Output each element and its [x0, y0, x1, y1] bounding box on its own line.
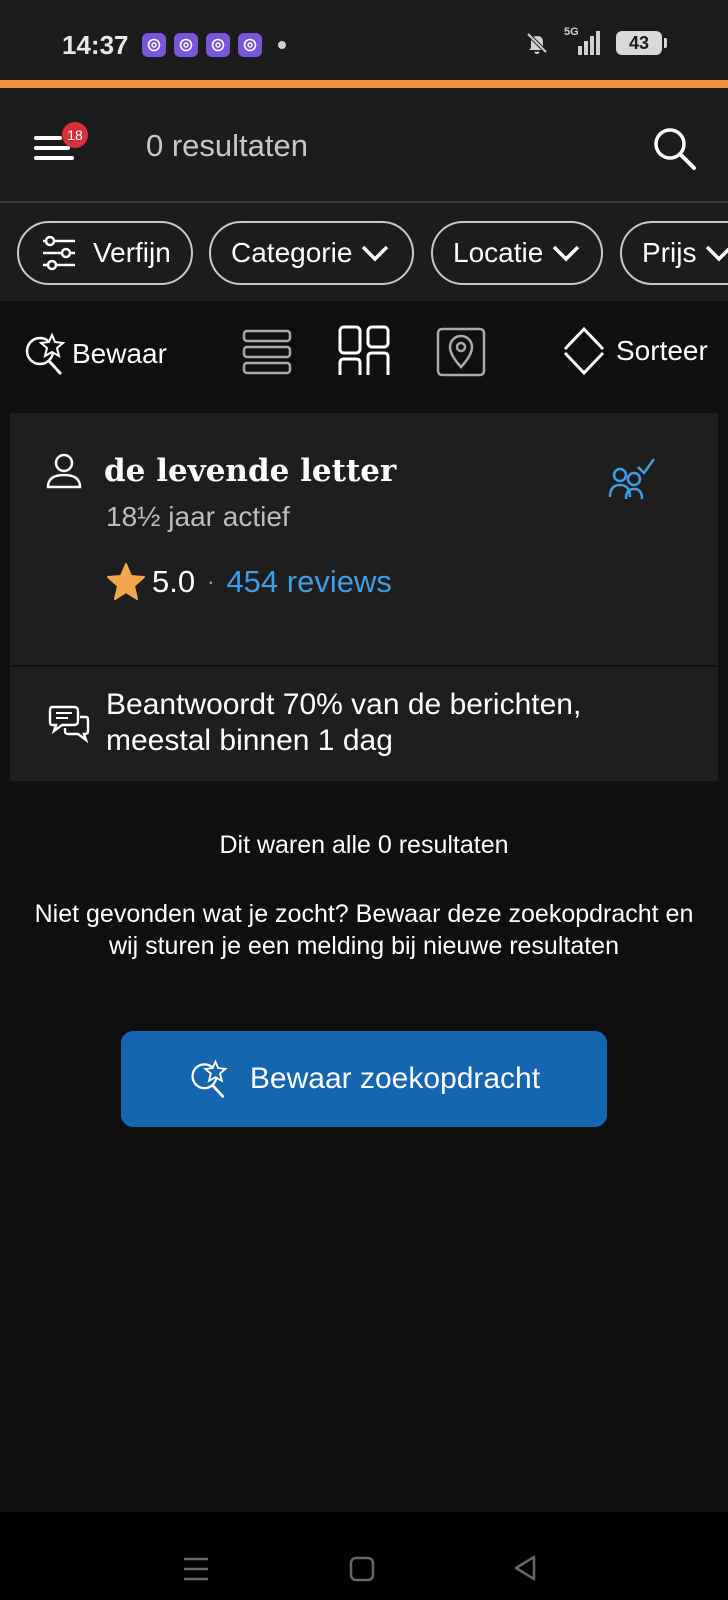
- menu-button[interactable]: 18: [34, 122, 88, 164]
- star-icon: [107, 563, 145, 600]
- filter-refine-label: Verfijn: [93, 237, 171, 268]
- signal-icon: 5G: [564, 26, 602, 56]
- search-star-icon: [191, 1059, 228, 1098]
- search-star-icon: [25, 332, 66, 375]
- filter-category-chip[interactable]: Categorie: [209, 221, 414, 285]
- view-toolbar: Bewaar Sorteer: [0, 301, 728, 413]
- list-view-icon: [242, 329, 292, 375]
- threads-icon: [238, 33, 262, 57]
- back-icon[interactable]: [512, 1554, 538, 1582]
- more-notifications-dot: [278, 41, 286, 49]
- sort-icon: [563, 326, 605, 376]
- not-found-text: Niet gevonden wat je zocht? Bewaar deze …: [34, 900, 694, 960]
- chevron-down-icon: [706, 245, 728, 262]
- filter-location-label: Locatie: [453, 237, 544, 268]
- filter-category-label: Categorie: [231, 237, 353, 268]
- save-search-cta-label: Bewaar zoekopdracht: [249, 1062, 541, 1095]
- accent-line: [0, 80, 728, 88]
- filter-bar: Verfijn Categorie Locatie Prijs: [0, 203, 728, 301]
- filter-refine-chip[interactable]: Verfijn: [17, 221, 193, 285]
- save-search-label: Bewaar: [72, 338, 167, 369]
- search-icon: [654, 128, 696, 170]
- end-of-results-text: Dit waren alle 0 resultaten: [219, 831, 509, 859]
- filter-price-chip[interactable]: Prijs: [620, 221, 728, 285]
- map-pin-icon: [436, 327, 486, 377]
- chevron-down-icon: [362, 245, 389, 262]
- bell-muted-icon: [526, 32, 548, 54]
- map-view-button[interactable]: [436, 327, 486, 377]
- reply-info-card: Beantwoordt 70% van de berichten, meesta…: [10, 667, 718, 781]
- search-button[interactable]: [650, 124, 698, 172]
- threads-icon: [206, 33, 230, 57]
- save-search-button[interactable]: Bewaar: [22, 331, 167, 377]
- reply-info-text: Beantwoordt 70% van de berichten, meesta…: [106, 688, 582, 757]
- sort-label: Sorteer: [616, 335, 708, 366]
- sliders-icon: [43, 235, 75, 271]
- sort-button[interactable]: Sorteer: [562, 325, 708, 377]
- user-icon: [46, 453, 82, 489]
- threads-icon: [174, 33, 198, 57]
- verified-user-icon: [608, 458, 656, 500]
- recent-apps-icon[interactable]: [182, 1556, 210, 1582]
- seller-name[interactable]: de levende letter: [104, 453, 396, 489]
- seller-card[interactable]: de levende letter 18½ jaar actief 5.0 · …: [10, 413, 718, 665]
- battery-indicator: 43: [616, 31, 667, 55]
- notification-icons: [142, 33, 286, 57]
- grid-view-button[interactable]: [338, 325, 390, 377]
- home-icon[interactable]: [349, 1556, 375, 1582]
- app-bar: 18 0 resultaten: [0, 88, 728, 203]
- seller-rating: 5.0 · 454 reviews: [106, 563, 392, 601]
- notification-badge: 18: [62, 122, 88, 148]
- chat-bubbles-icon: [48, 705, 90, 743]
- status-right: 5G 43: [524, 26, 667, 56]
- filter-location-chip[interactable]: Locatie: [431, 221, 603, 285]
- list-view-button[interactable]: [242, 327, 292, 377]
- seller-active-years: 18½ jaar actief: [106, 501, 290, 532]
- chevron-down-icon: [553, 245, 580, 262]
- results-count-title: 0 resultaten: [146, 128, 308, 163]
- system-nav-bar: [0, 1512, 728, 1600]
- status-time: 14:37: [62, 30, 129, 60]
- rating-value: 5.0: [152, 564, 196, 599]
- threads-icon: [142, 33, 166, 57]
- save-search-cta-button[interactable]: Bewaar zoekopdracht: [121, 1031, 607, 1127]
- grid-view-icon: [338, 325, 390, 375]
- filter-price-label: Prijs: [642, 237, 697, 268]
- reviews-link[interactable]: 454 reviews: [226, 564, 391, 600]
- status-bar: 14:37 5G 43: [0, 0, 728, 80]
- rating-separator: ·: [207, 569, 215, 594]
